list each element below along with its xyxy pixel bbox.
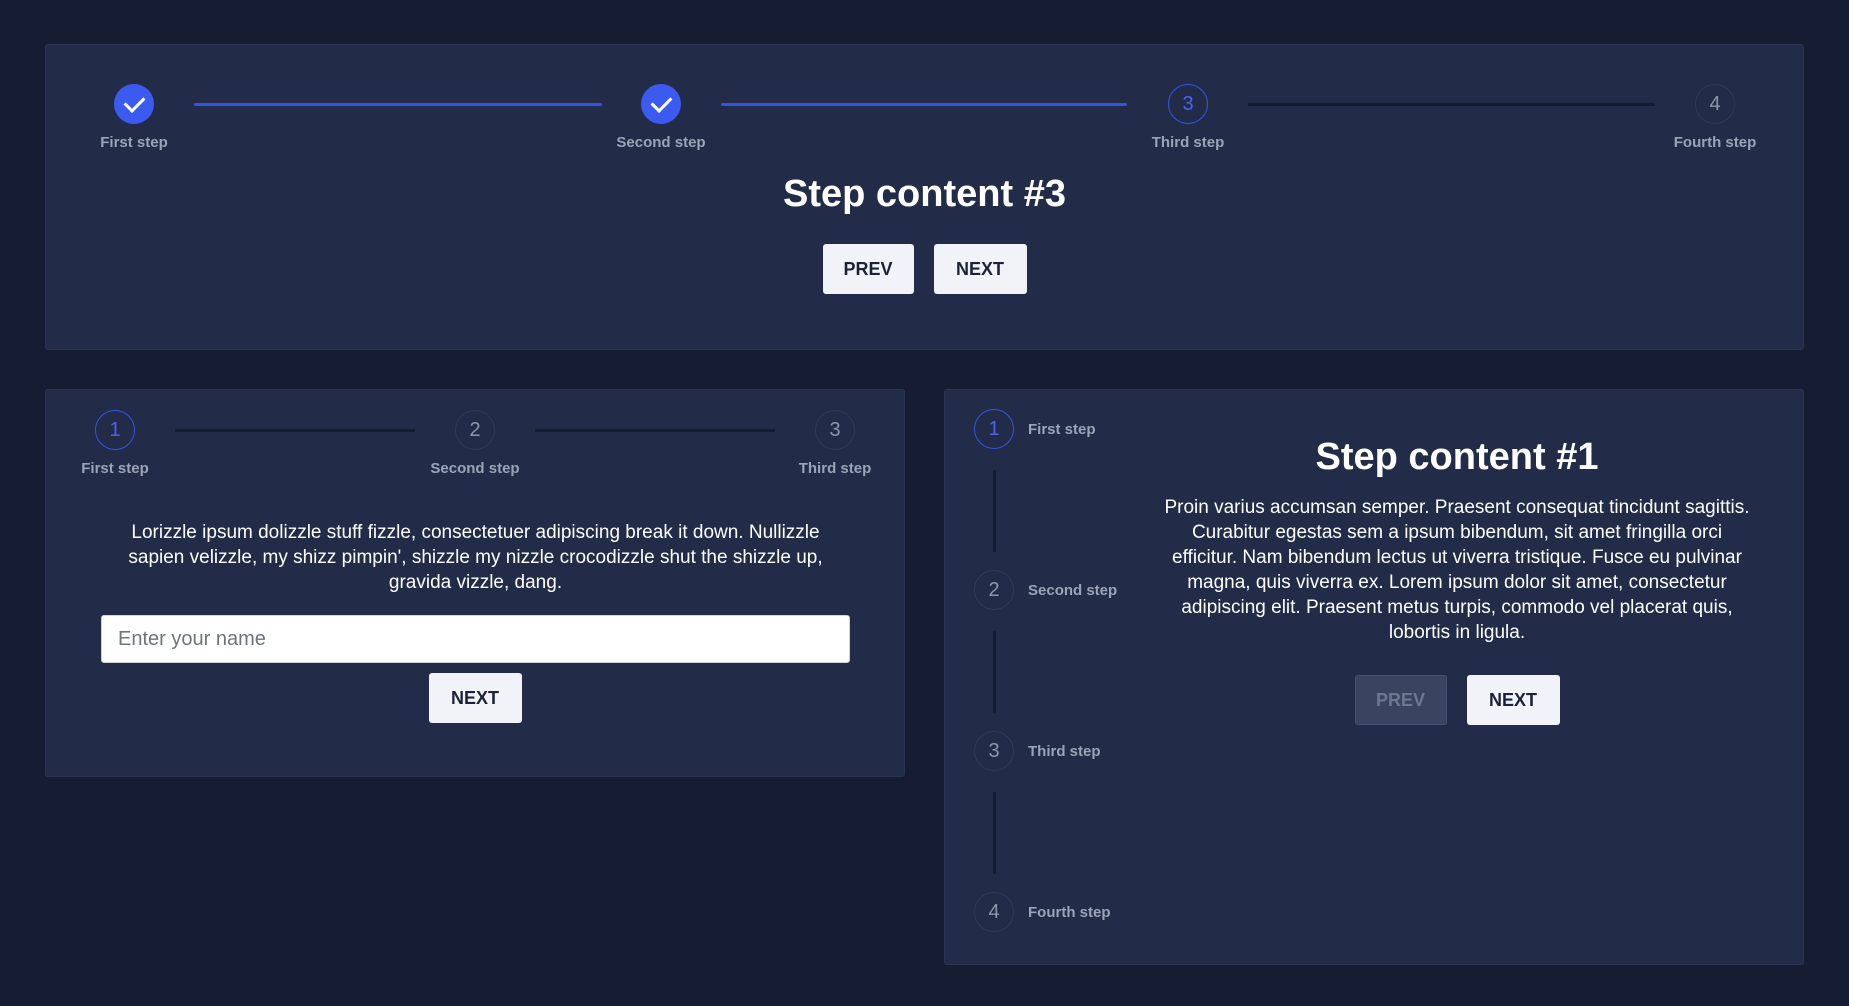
next-button[interactable]: NEXT <box>1466 675 1560 725</box>
form-nav-buttons: NEXT <box>46 673 904 723</box>
next-button[interactable]: NEXT <box>933 244 1027 294</box>
step-1-indicator: 1 <box>95 410 135 450</box>
step-third[interactable]: 3 Third step <box>745 410 925 477</box>
step-3-indicator: 3 <box>1168 84 1208 124</box>
step-4-indicator: 4 <box>974 892 1014 932</box>
vertical-step-third[interactable]: 3 Third step <box>974 731 1101 771</box>
step-connector-1 <box>175 429 415 432</box>
step-description: Lorizzle ipsum dolizzle stuff fizzle, co… <box>128 522 823 593</box>
step-label: Second step <box>616 134 706 151</box>
step-nav-buttons: PREV NEXT <box>46 244 1803 294</box>
step-2-indicator: 2 <box>974 570 1014 610</box>
step-label: First step <box>100 134 168 151</box>
step-1-indicator <box>114 84 154 124</box>
step-third[interactable]: 3 Third step <box>1098 84 1278 151</box>
prev-button[interactable]: PREV <box>1354 675 1447 725</box>
step-label: First step <box>81 460 149 477</box>
horizontal-stepper-card: First step Second step 3 Third step 4 Fo… <box>45 44 1804 350</box>
step-second[interactable]: 2 Second step <box>385 410 565 477</box>
vertical-step-second[interactable]: 2 Second step <box>974 570 1117 610</box>
step-label: First step <box>1028 420 1096 438</box>
step-connector-2 <box>721 103 1127 106</box>
step-3-indicator: 3 <box>815 410 855 450</box>
step-label: Fourth step <box>1028 903 1111 921</box>
step-2-indicator: 2 <box>455 410 495 450</box>
step-4-indicator: 4 <box>1695 84 1735 124</box>
next-button[interactable]: NEXT <box>428 673 522 723</box>
form-stepper-card: 1 First step 2 Second step 3 Third step … <box>45 389 905 777</box>
step-label: Third step <box>798 460 872 477</box>
step-fourth[interactable]: 4 Fourth step <box>1625 84 1805 151</box>
step-label: Third step <box>1028 742 1101 760</box>
vertical-nav-buttons: PREV NEXT <box>1157 675 1757 725</box>
step-second[interactable]: Second step <box>571 84 751 151</box>
step-label: Third step <box>1151 134 1225 151</box>
step-connector-1 <box>194 103 602 106</box>
vertical-connector-3 <box>993 792 996 874</box>
check-icon <box>650 91 672 113</box>
step-connector-3 <box>1248 103 1655 106</box>
step-label: Second step <box>430 460 520 477</box>
step-label: Second step <box>1028 581 1118 599</box>
prev-button[interactable]: PREV <box>822 244 914 294</box>
vertical-stepper-card: 1 First step 2 Second step 3 Third step … <box>944 389 1804 965</box>
vertical-step-fourth[interactable]: 4 Fourth step <box>974 892 1111 932</box>
step-content-title: Step content #1 <box>1315 436 1599 478</box>
name-input[interactable] <box>101 615 850 663</box>
step-description: Proin varius accumsan semper. Praesent c… <box>1164 497 1750 643</box>
vertical-connector-1 <box>993 470 996 552</box>
check-icon <box>123 91 145 113</box>
step-content-title: Step content #3 <box>783 173 1066 215</box>
step-1-indicator: 1 <box>974 409 1014 449</box>
step-2-indicator <box>641 84 681 124</box>
step-first[interactable]: 1 First step <box>25 410 205 477</box>
step-label: Fourth step <box>1673 134 1757 151</box>
step-connector-2 <box>535 429 775 432</box>
step-first[interactable]: First step <box>44 84 224 151</box>
vertical-step-first[interactable]: 1 First step <box>974 409 1096 449</box>
vertical-connector-2 <box>993 631 996 713</box>
step-3-indicator: 3 <box>974 731 1014 771</box>
